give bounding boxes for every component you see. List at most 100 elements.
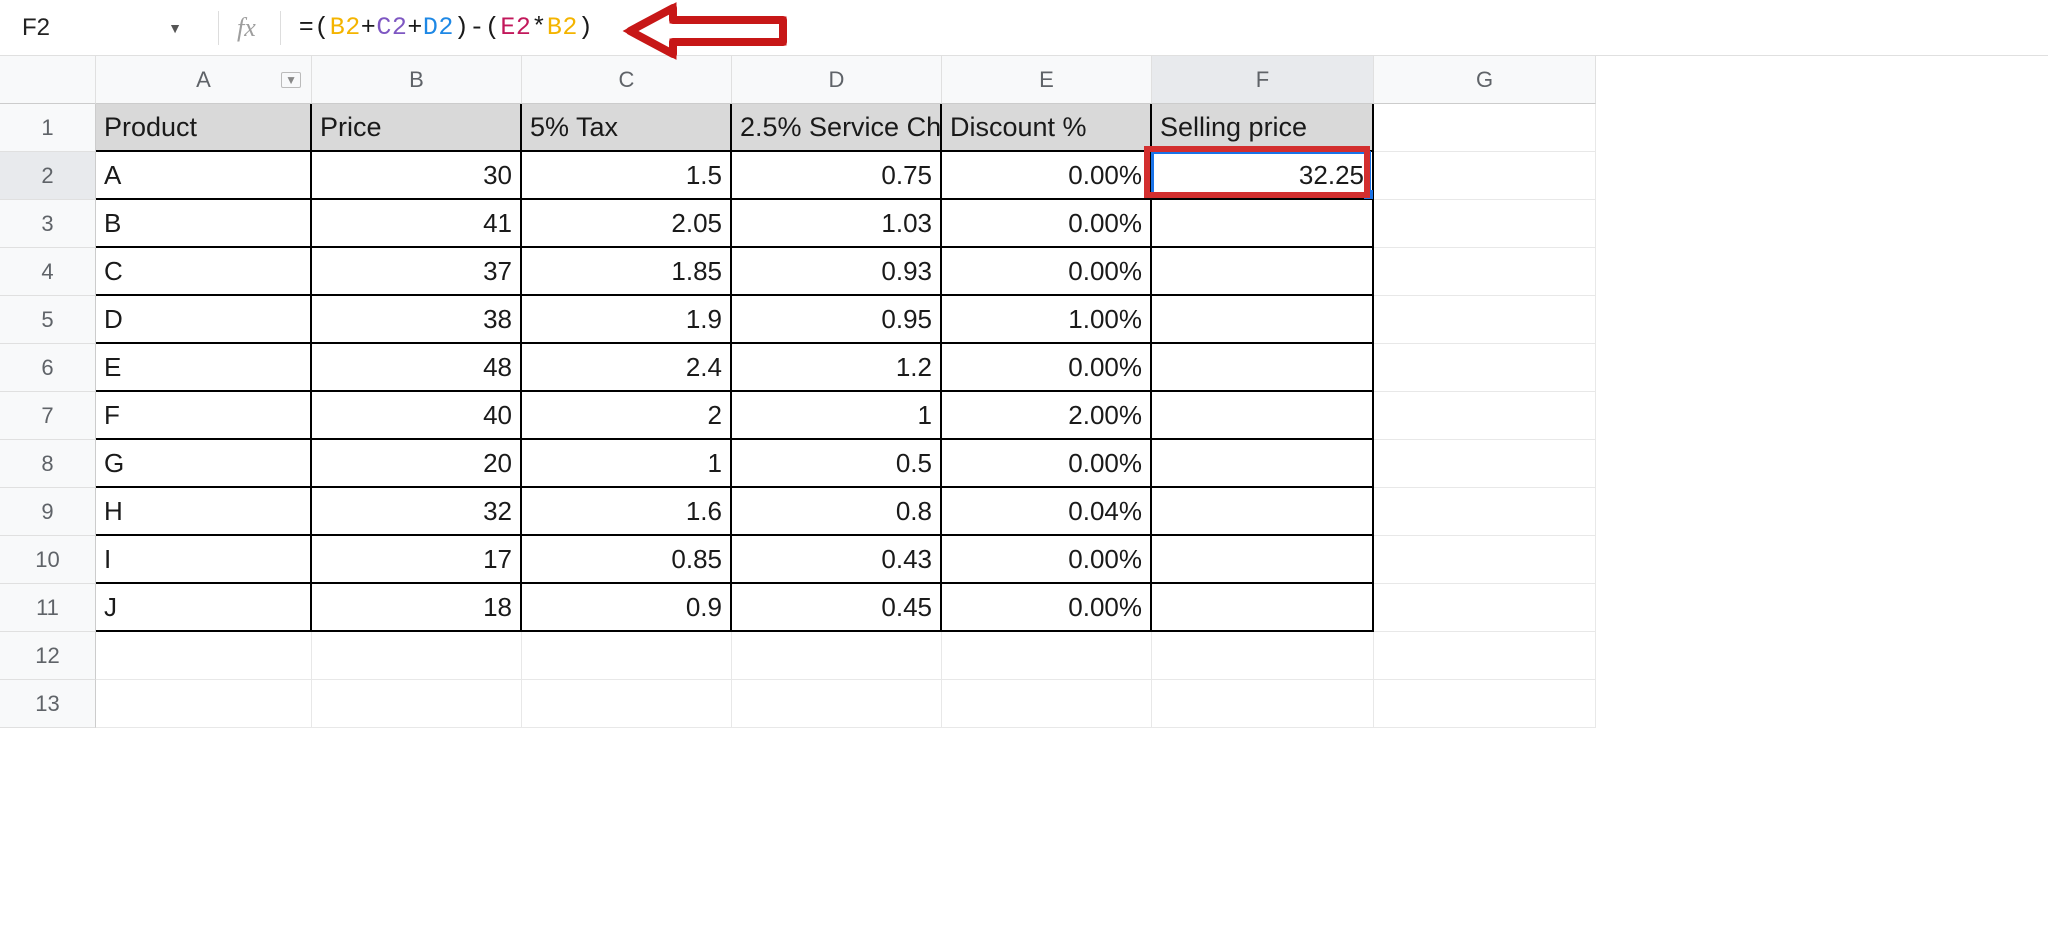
cell-A10[interactable]: I (96, 536, 312, 584)
cell-G12[interactable] (1374, 632, 1596, 680)
cell-G7[interactable] (1374, 392, 1596, 440)
row-header-3[interactable]: 3 (0, 200, 96, 248)
cell-A11[interactable]: J (96, 584, 312, 632)
cell-F8[interactable] (1152, 440, 1374, 488)
cell-B7[interactable]: 40 (312, 392, 522, 440)
row-header-4[interactable]: 4 (0, 248, 96, 296)
cell-D8[interactable]: 0.5 (732, 440, 942, 488)
column-header-G[interactable]: G (1374, 56, 1596, 104)
cell-D3[interactable]: 1.03 (732, 200, 942, 248)
cell-E2[interactable]: 0.00% (942, 152, 1152, 200)
column-header-B[interactable]: B (312, 56, 522, 104)
cell-F13[interactable] (1152, 680, 1374, 728)
column-header-E[interactable]: E (942, 56, 1152, 104)
row-header-2[interactable]: 2 (0, 152, 96, 200)
cell-D5[interactable]: 0.95 (732, 296, 942, 344)
cell-B4[interactable]: 37 (312, 248, 522, 296)
cell-A9[interactable]: H (96, 488, 312, 536)
cell-A13[interactable] (96, 680, 312, 728)
cell-D7[interactable]: 1 (732, 392, 942, 440)
cell-C1[interactable]: 5% Tax (522, 104, 732, 152)
cell-A7[interactable]: F (96, 392, 312, 440)
cell-B5[interactable]: 38 (312, 296, 522, 344)
cell-F2[interactable]: 32.25 (1152, 152, 1374, 200)
row-header-11[interactable]: 11 (0, 584, 96, 632)
cell-E6[interactable]: 0.00% (942, 344, 1152, 392)
cell-E11[interactable]: 0.00% (942, 584, 1152, 632)
cell-B3[interactable]: 41 (312, 200, 522, 248)
cell-C5[interactable]: 1.9 (522, 296, 732, 344)
cell-A4[interactable]: C (96, 248, 312, 296)
cell-C7[interactable]: 2 (522, 392, 732, 440)
cell-B10[interactable]: 17 (312, 536, 522, 584)
cell-G13[interactable] (1374, 680, 1596, 728)
row-header-8[interactable]: 8 (0, 440, 96, 488)
row-header-1[interactable]: 1 (0, 104, 96, 152)
cell-C12[interactable] (522, 632, 732, 680)
select-all-corner[interactable] (0, 56, 96, 104)
cell-G9[interactable] (1374, 488, 1596, 536)
cell-B6[interactable]: 48 (312, 344, 522, 392)
cell-B13[interactable] (312, 680, 522, 728)
column-header-D[interactable]: D (732, 56, 942, 104)
cell-E9[interactable]: 0.04% (942, 488, 1152, 536)
cell-F4[interactable] (1152, 248, 1374, 296)
cell-A3[interactable]: B (96, 200, 312, 248)
cell-B8[interactable]: 20 (312, 440, 522, 488)
cell-A1[interactable]: Product (96, 104, 312, 152)
cell-C4[interactable]: 1.85 (522, 248, 732, 296)
cell-D6[interactable]: 1.2 (732, 344, 942, 392)
row-header-13[interactable]: 13 (0, 680, 96, 728)
cell-A5[interactable]: D (96, 296, 312, 344)
cell-D12[interactable] (732, 632, 942, 680)
cell-D13[interactable] (732, 680, 942, 728)
row-header-6[interactable]: 6 (0, 344, 96, 392)
cell-C3[interactable]: 2.05 (522, 200, 732, 248)
cell-B2[interactable]: 30 (312, 152, 522, 200)
row-header-9[interactable]: 9 (0, 488, 96, 536)
row-header-12[interactable]: 12 (0, 632, 96, 680)
cell-A8[interactable]: G (96, 440, 312, 488)
cell-C2[interactable]: 1.5 (522, 152, 732, 200)
cell-D2[interactable]: 0.75 (732, 152, 942, 200)
cell-F12[interactable] (1152, 632, 1374, 680)
cell-G11[interactable] (1374, 584, 1596, 632)
cell-C9[interactable]: 1.6 (522, 488, 732, 536)
row-header-5[interactable]: 5 (0, 296, 96, 344)
cell-F6[interactable] (1152, 344, 1374, 392)
column-header-A[interactable]: A▼ (96, 56, 312, 104)
formula-input[interactable]: =(B2+C2+D2)-(E2*B2) (299, 13, 594, 42)
column-header-F[interactable]: F (1152, 56, 1374, 104)
cell-A12[interactable] (96, 632, 312, 680)
cell-F3[interactable] (1152, 200, 1374, 248)
row-header-10[interactable]: 10 (0, 536, 96, 584)
cell-B1[interactable]: Price (312, 104, 522, 152)
cell-G2[interactable] (1374, 152, 1596, 200)
cell-F7[interactable] (1152, 392, 1374, 440)
cell-E5[interactable]: 1.00% (942, 296, 1152, 344)
cell-B11[interactable]: 18 (312, 584, 522, 632)
cell-E3[interactable]: 0.00% (942, 200, 1152, 248)
cell-A6[interactable]: E (96, 344, 312, 392)
cell-F11[interactable] (1152, 584, 1374, 632)
cell-E10[interactable]: 0.00% (942, 536, 1152, 584)
cell-A2[interactable]: A (96, 152, 312, 200)
name-box-dropdown-icon[interactable]: ▼ (168, 20, 182, 36)
cell-E4[interactable]: 0.00% (942, 248, 1152, 296)
cell-D11[interactable]: 0.45 (732, 584, 942, 632)
cell-C10[interactable]: 0.85 (522, 536, 732, 584)
cell-D10[interactable]: 0.43 (732, 536, 942, 584)
cell-G5[interactable] (1374, 296, 1596, 344)
row-header-7[interactable]: 7 (0, 392, 96, 440)
cell-G8[interactable] (1374, 440, 1596, 488)
cell-G6[interactable] (1374, 344, 1596, 392)
cell-E1[interactable]: Discount % (942, 104, 1152, 152)
fx-icon[interactable]: fx (237, 13, 262, 43)
cell-G10[interactable] (1374, 536, 1596, 584)
column-header-C[interactable]: C (522, 56, 732, 104)
cell-B12[interactable] (312, 632, 522, 680)
cell-D4[interactable]: 0.93 (732, 248, 942, 296)
grid[interactable]: ProductPrice5% Tax2.5% Service ChargeDis… (96, 104, 1596, 728)
cell-F1[interactable]: Selling price (1152, 104, 1374, 152)
cell-G4[interactable] (1374, 248, 1596, 296)
